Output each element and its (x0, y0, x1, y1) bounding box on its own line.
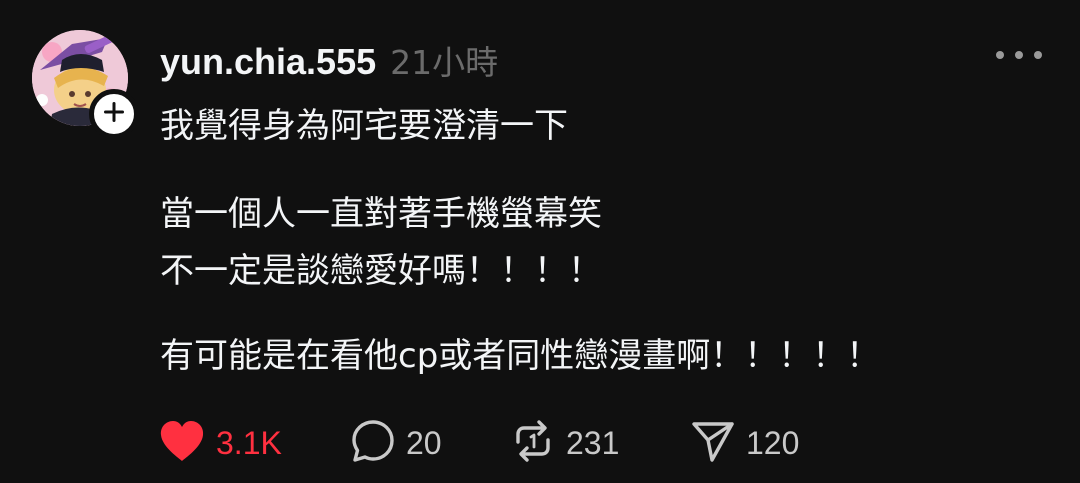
more-dot (1015, 51, 1023, 59)
heart-icon (158, 419, 206, 467)
more-options-button[interactable] (996, 38, 1042, 72)
like-button[interactable]: 3.1K (158, 415, 310, 471)
comment-count: 20 (406, 424, 442, 461)
thread-post: yun.chia.555 21小時 我覺得身為阿宅要澄清一下 當一個人一直對著手… (0, 0, 1080, 483)
post-actions: 3.1K 20 231 120 (158, 415, 830, 471)
send-icon (690, 418, 736, 468)
comment-button[interactable]: 20 (350, 415, 510, 471)
post-header: yun.chia.555 21小時 (160, 36, 498, 84)
more-dots-icon (996, 51, 1004, 59)
post-text-line-1: 我覺得身為阿宅要澄清一下 (160, 106, 568, 146)
follow-button[interactable] (89, 89, 139, 139)
more-dot (1034, 51, 1042, 59)
post-text-line-2: 當一個人一直對著手機螢幕笑 (160, 194, 602, 234)
post-time: 21小時 (390, 43, 499, 82)
comment-bubble-icon (350, 418, 396, 468)
post-text-line-3: 不一定是談戀愛好嗎！！！！ (160, 251, 602, 291)
avatar-container[interactable] (32, 30, 139, 139)
like-count: 3.1K (216, 424, 282, 461)
post-text-line-4: 有可能是在看他cp或者同性戀漫畫啊！！！！！ (160, 336, 881, 376)
share-button[interactable]: 120 (690, 415, 830, 471)
repost-button[interactable]: 231 (510, 415, 686, 471)
plus-icon (101, 99, 127, 129)
repost-count: 231 (566, 424, 620, 461)
repost-icon (510, 418, 556, 468)
username[interactable]: yun.chia.555 (160, 41, 376, 83)
share-count: 120 (746, 424, 800, 461)
